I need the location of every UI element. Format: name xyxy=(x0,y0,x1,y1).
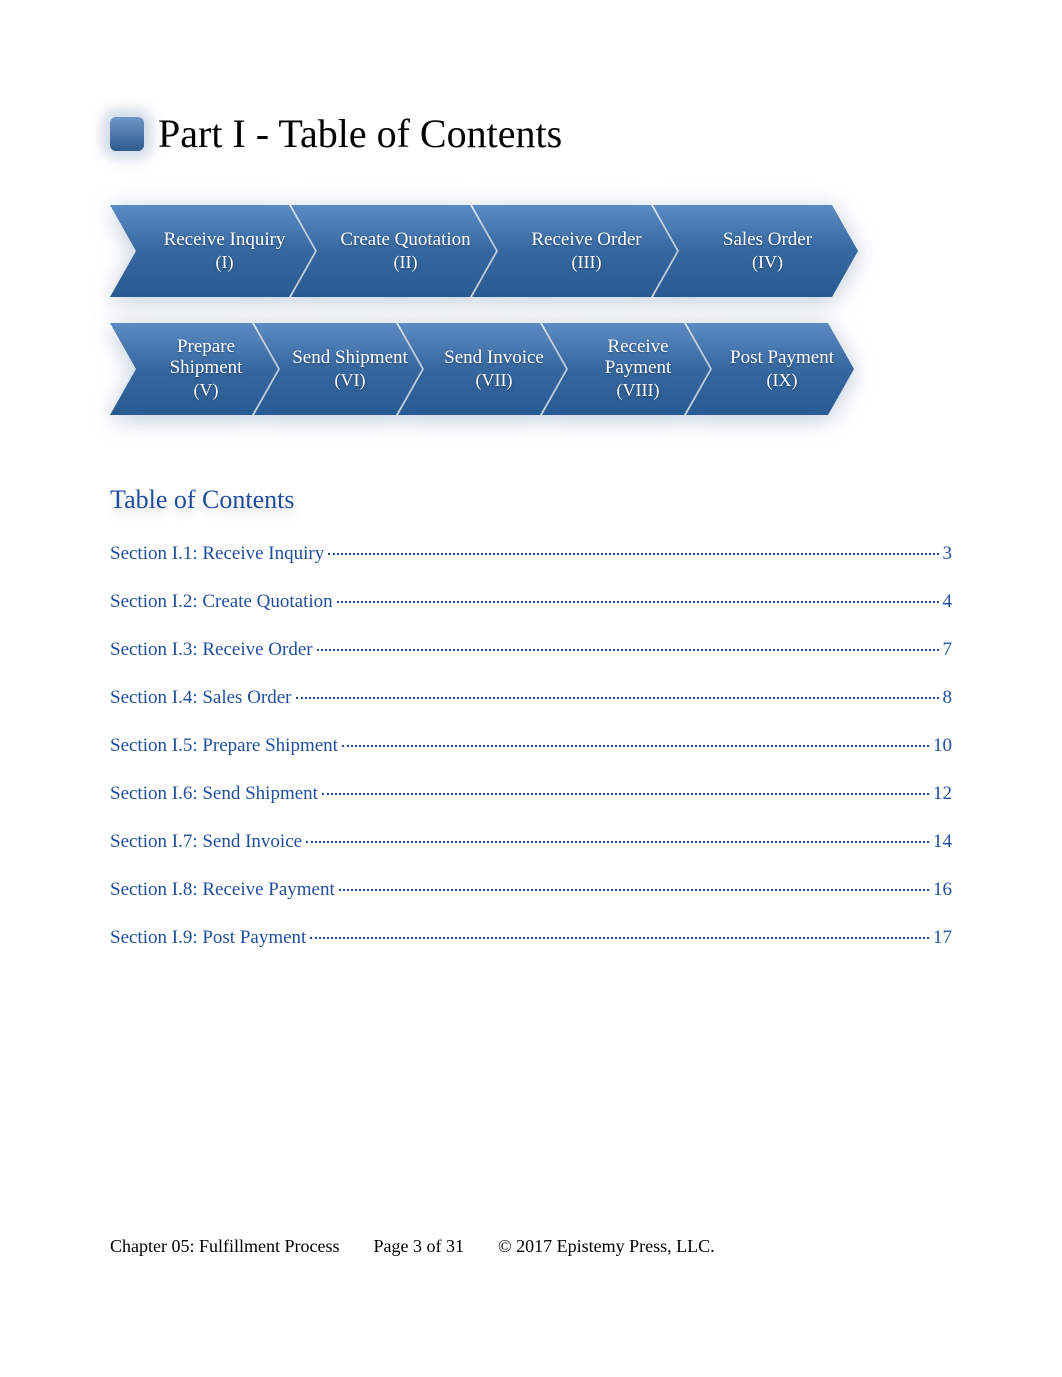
flow-step-roman: (VI) xyxy=(335,371,366,391)
page-title: Part I - Table of Contents xyxy=(158,110,562,157)
flow-step-label: Receive Inquiry xyxy=(164,230,286,251)
toc-entry-page: 12 xyxy=(933,783,952,805)
process-flow-row-2: Prepare Shipment (V) Send Shipment (VI) … xyxy=(110,323,952,415)
toc-entry-label: Section I.2: Create Quotation xyxy=(110,591,333,613)
toc-entry[interactable]: Section I.4: Sales Order 8 xyxy=(110,687,952,709)
process-flow-row-1: Receive Inquiry (I) Create Quotation (II… xyxy=(110,205,952,297)
flow-step-roman: (V) xyxy=(194,381,219,401)
process-flow: Receive Inquiry (I) Create Quotation (II… xyxy=(110,205,952,415)
toc-entry-label: Section I.4: Sales Order xyxy=(110,687,292,709)
toc-entry-page: 17 xyxy=(933,927,952,949)
toc-leader-dots xyxy=(322,793,929,795)
document-page: Part I - Table of Contents Receive Inqui… xyxy=(0,0,1062,1377)
flow-step-label: Receive Payment xyxy=(576,337,700,379)
flow-step-label: Post Payment xyxy=(730,348,834,369)
flow-step-sales-order: Sales Order (IV) xyxy=(653,205,858,297)
flow-step-label: Sales Order xyxy=(723,230,812,251)
toc-entry-label: Section I.7: Send Invoice xyxy=(110,831,302,853)
toc-leader-dots xyxy=(337,601,939,603)
page-title-row: Part I - Table of Contents xyxy=(110,110,952,157)
toc-entry-page: 7 xyxy=(943,639,953,661)
toc-entry-page: 14 xyxy=(933,831,952,853)
toc-leader-dots xyxy=(339,889,929,891)
toc-entry-label: Section I.5: Prepare Shipment xyxy=(110,735,338,757)
toc-leader-dots xyxy=(328,553,938,555)
toc-entry[interactable]: Section I.3: Receive Order 7 xyxy=(110,639,952,661)
toc-entry[interactable]: Section I.1: Receive Inquiry 3 xyxy=(110,543,952,565)
flow-step-receive-payment: Receive Payment (VIII) xyxy=(542,323,710,415)
flow-step-roman: (II) xyxy=(394,253,418,273)
toc-entry[interactable]: Section I.9: Post Payment 17 xyxy=(110,927,952,949)
flow-step-create-quotation: Create Quotation (II) xyxy=(291,205,496,297)
toc-entry-label: Section I.3: Receive Order xyxy=(110,639,313,661)
toc-leader-dots xyxy=(306,841,929,843)
toc-entry-label: Section I.6: Send Shipment xyxy=(110,783,318,805)
toc-entry-label: Section I.1: Receive Inquiry xyxy=(110,543,324,565)
toc-entry-page: 16 xyxy=(933,879,952,901)
footer-page-number: Page 3 of 31 xyxy=(373,1236,463,1257)
flow-step-roman: (IX) xyxy=(767,371,798,391)
toc-leader-dots xyxy=(317,649,939,651)
flow-step-receive-inquiry: Receive Inquiry (I) xyxy=(110,205,315,297)
footer-copyright: © 2017 Epistemy Press, LLC. xyxy=(498,1236,715,1257)
toc-entry-label: Section I.8: Receive Payment xyxy=(110,879,335,901)
flow-step-label: Create Quotation xyxy=(340,230,470,251)
toc-entry-page: 10 xyxy=(933,735,952,757)
toc-entry-page: 4 xyxy=(943,591,953,613)
flow-step-roman: (I) xyxy=(216,253,234,273)
toc-entry-label: Section I.9: Post Payment xyxy=(110,927,306,949)
flow-step-post-payment: Post Payment (IX) xyxy=(686,323,854,415)
toc-entry-page: 3 xyxy=(943,543,953,565)
toc-entry-page: 8 xyxy=(943,687,953,709)
table-of-contents: Section I.1: Receive Inquiry 3 Section I… xyxy=(110,543,952,949)
flow-step-send-shipment: Send Shipment (VI) xyxy=(254,323,422,415)
flow-step-prepare-shipment: Prepare Shipment (V) xyxy=(110,323,278,415)
toc-entry[interactable]: Section I.5: Prepare Shipment 10 xyxy=(110,735,952,757)
toc-entry[interactable]: Section I.7: Send Invoice 14 xyxy=(110,831,952,853)
flow-step-label: Prepare Shipment xyxy=(144,337,268,379)
flow-step-roman: (VII) xyxy=(476,371,513,391)
toc-leader-dots xyxy=(342,745,929,747)
flow-step-label: Send Invoice xyxy=(444,348,544,369)
flow-step-roman: (IV) xyxy=(752,253,783,273)
toc-leader-dots xyxy=(296,697,939,699)
flow-step-label: Send Shipment xyxy=(292,348,408,369)
footer-chapter: Chapter 05: Fulfillment Process xyxy=(110,1236,339,1257)
flow-step-send-invoice: Send Invoice (VII) xyxy=(398,323,566,415)
flow-step-roman: (VIII) xyxy=(617,381,660,401)
flow-step-label: Receive Order xyxy=(531,230,641,251)
toc-leader-dots xyxy=(310,937,929,939)
toc-entry[interactable]: Section I.8: Receive Payment 16 xyxy=(110,879,952,901)
toc-entry[interactable]: Section I.2: Create Quotation 4 xyxy=(110,591,952,613)
toc-heading: Table of Contents xyxy=(110,485,952,515)
page-footer: Chapter 05: Fulfillment Process Page 3 o… xyxy=(110,1236,952,1257)
toc-entry[interactable]: Section I.6: Send Shipment 12 xyxy=(110,783,952,805)
flow-step-roman: (III) xyxy=(572,253,602,273)
flow-step-receive-order: Receive Order (III) xyxy=(472,205,677,297)
title-bullet-icon xyxy=(110,117,144,151)
